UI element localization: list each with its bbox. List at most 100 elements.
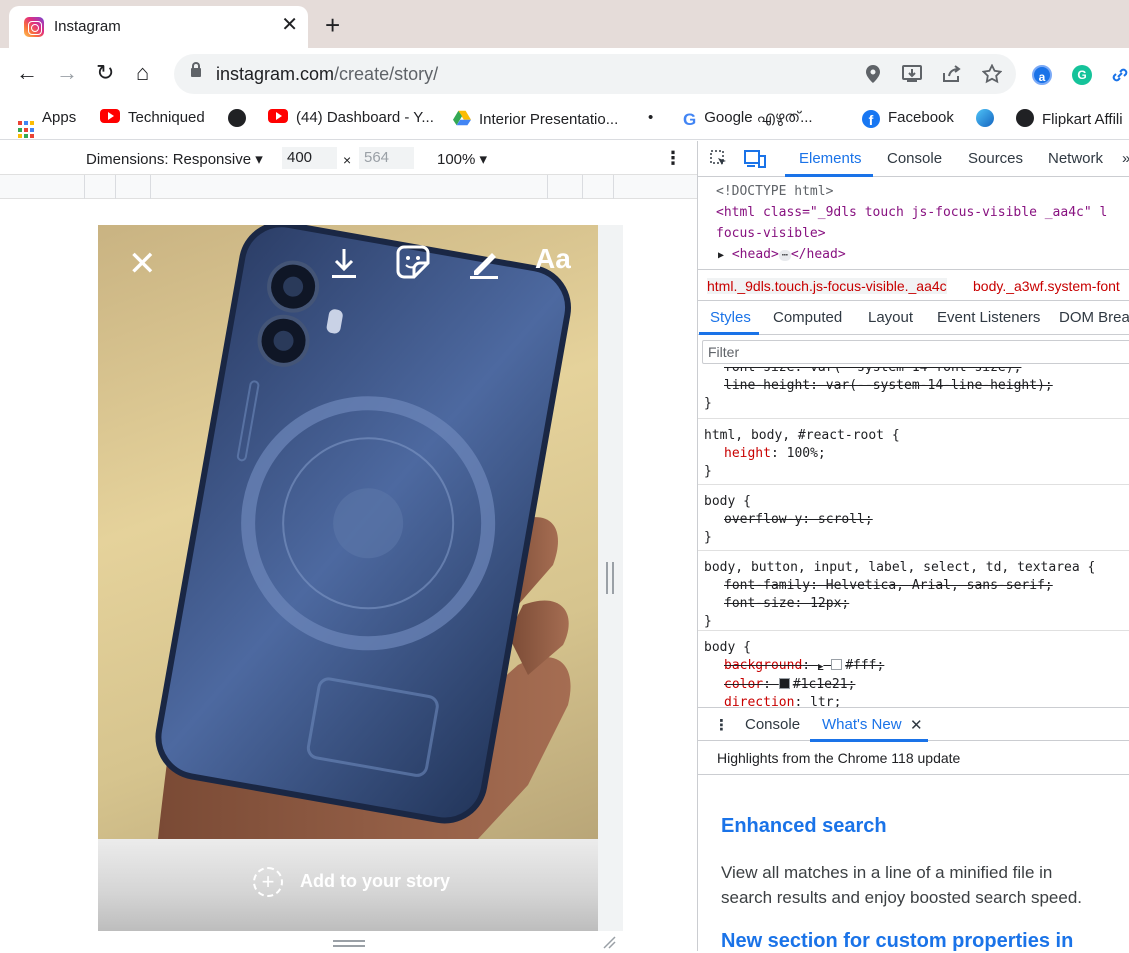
- tab-close-icon[interactable]: ✕: [281, 15, 298, 35]
- resize-corner-icon[interactable]: [602, 935, 616, 949]
- draw-pen-icon[interactable]: [468, 247, 500, 279]
- grammarly-icon[interactable]: G: [1072, 65, 1092, 85]
- tab-layout[interactable]: Layout: [868, 309, 913, 326]
- share-icon[interactable]: [942, 65, 962, 83]
- css-rule-close: }: [704, 530, 712, 545]
- text-tool-icon[interactable]: Aa: [535, 243, 571, 275]
- forward-button[interactable]: →: [56, 61, 78, 85]
- color-swatch[interactable]: [831, 659, 843, 670]
- bookmark-interior[interactable]: Interior Presentatio...: [453, 109, 618, 129]
- css-declaration[interactable]: font-size: 12px;: [704, 595, 1129, 613]
- dom-head-node[interactable]: ▶ <head> ⋯ </head>: [718, 244, 1129, 266]
- reload-button[interactable]: ↻: [96, 61, 114, 85]
- back-button[interactable]: ←: [16, 61, 38, 85]
- breadcrumb-body[interactable]: body._a3wf.system-font: [973, 278, 1120, 294]
- css-declaration[interactable]: background: ▶ #fff;: [704, 657, 1129, 676]
- dom-html-node-cont[interactable]: focus-visible>: [716, 223, 1129, 244]
- facebook-icon: f: [862, 110, 880, 128]
- css-selector[interactable]: body {: [704, 639, 1129, 657]
- css-declaration[interactable]: font-size: var(--system-14-font-size);: [704, 367, 1129, 377]
- whats-new-title-enhanced-search[interactable]: Enhanced search: [721, 815, 887, 838]
- ellipsis-icon[interactable]: ⋯: [778, 250, 791, 261]
- resize-handle-right[interactable]: [606, 562, 614, 594]
- device-menu-icon[interactable]: ⋮: [664, 148, 682, 169]
- bookmark-google-ezhuth[interactable]: G Google എഴുത്...: [683, 109, 813, 129]
- devtools-tab-bar: Elements Console Sources Network »: [698, 141, 1129, 177]
- youtube-icon: [100, 109, 120, 123]
- dimensions-select[interactable]: Dimensions: Responsive ▾: [86, 150, 263, 168]
- tab-network[interactable]: Network: [1048, 150, 1103, 167]
- breadcrumb-html[interactable]: html._9dls.touch.js-focus-visible._aa4c: [707, 278, 947, 294]
- bookmark-dashboard[interactable]: (44) Dashboard - Y...: [268, 109, 434, 129]
- css-declaration[interactable]: overflow-y: scroll;: [704, 511, 1129, 529]
- bookmark-apps[interactable]: Apps: [18, 109, 76, 139]
- google-drive-icon: [453, 110, 471, 126]
- dom-doctype[interactable]: <!DOCTYPE html>: [716, 181, 1129, 202]
- home-button[interactable]: ⌂: [136, 61, 149, 85]
- more-tabs-icon[interactable]: »: [1122, 150, 1129, 167]
- color-swatch[interactable]: [778, 678, 790, 689]
- tab-styles[interactable]: Styles: [710, 309, 751, 326]
- drawer-menu-icon[interactable]: ⋮: [714, 716, 729, 734]
- css-declaration[interactable]: font-family: Helvetica, Arial, sans-seri…: [704, 577, 1129, 595]
- drawer-tab-close-icon[interactable]: ✕: [910, 716, 923, 734]
- download-icon[interactable]: [330, 247, 358, 279]
- address-bar[interactable]: instagram.com/create/story/: [174, 54, 1016, 94]
- extension-a-icon[interactable]: a: [1032, 65, 1052, 85]
- drawer-tab-console[interactable]: Console: [745, 716, 800, 733]
- resize-handle-bottom[interactable]: [333, 940, 365, 947]
- css-declaration[interactable]: direction: ltr;: [704, 694, 1129, 707]
- youtube-icon: [268, 109, 288, 123]
- drawer-tab-whats-new[interactable]: What's New: [822, 716, 902, 733]
- story-close-icon[interactable]: ✕: [128, 247, 157, 281]
- device-toggle-icon[interactable]: [744, 149, 766, 169]
- bookmark-facebook[interactable]: f Facebook: [862, 109, 954, 129]
- install-app-icon[interactable]: [902, 65, 922, 83]
- css-declaration[interactable]: color: #1c1e21;: [704, 676, 1129, 694]
- tab-event-listeners[interactable]: Event Listeners: [937, 309, 1040, 326]
- expand-triangle-icon[interactable]: ▶: [718, 250, 724, 261]
- tab-elements[interactable]: Elements: [799, 150, 862, 167]
- whats-new-title-custom-properties[interactable]: New section for custom properties in: [721, 930, 1073, 953]
- inspect-element-icon[interactable]: [710, 150, 728, 168]
- globe-icon: [1016, 109, 1034, 127]
- bookmark-dot[interactable]: •: [648, 109, 653, 129]
- media-query-ruler[interactable]: [0, 175, 697, 199]
- sticker-icon[interactable]: [396, 245, 430, 279]
- new-tab-button[interactable]: +: [325, 12, 340, 38]
- location-pin-icon[interactable]: [866, 65, 880, 83]
- tab-sources[interactable]: Sources: [968, 150, 1023, 167]
- styles-tab-indicator: [699, 332, 759, 335]
- bookmark-star-icon[interactable]: [982, 64, 1002, 84]
- css-rule-close: }: [704, 614, 712, 629]
- extension-icon: [976, 109, 994, 127]
- lock-icon: [191, 62, 201, 77]
- browser-toolbar: ← → ↻ ⌂ instagram.com/create/story/ a G: [0, 48, 1129, 100]
- css-declaration[interactable]: line-height: var(--system-14-line-height…: [704, 377, 1129, 395]
- styles-filter-input[interactable]: Filter: [702, 340, 1129, 364]
- story-photo[interactable]: ✕ Aa: [98, 225, 598, 839]
- bookmark-flipkart[interactable]: Flipkart Affili: [1016, 109, 1123, 129]
- whats-new-content: Enhanced search View all matches in a li…: [698, 775, 1129, 953]
- tab-dom-breakpoints[interactable]: DOM Breal: [1059, 309, 1129, 326]
- height-input[interactable]: 564: [359, 147, 414, 169]
- css-declaration[interactable]: height: 100%;: [704, 445, 1129, 463]
- tab-instagram[interactable]: Instagram ✕: [9, 6, 308, 48]
- expand-triangle-icon[interactable]: ▶: [818, 662, 823, 672]
- bookmark-extension[interactable]: [976, 109, 1002, 129]
- css-rule: font-size: var(--system-14-font-size); l…: [698, 367, 1129, 419]
- story-footer: + Add to your story: [98, 839, 598, 931]
- link-extension-icon[interactable]: [1110, 65, 1129, 85]
- css-selector[interactable]: body {: [704, 493, 1129, 511]
- css-selector[interactable]: body, button, input, label, select, td, …: [704, 559, 1129, 577]
- tab-computed[interactable]: Computed: [773, 309, 842, 326]
- bookmark-globe[interactable]: [228, 109, 254, 129]
- bookmark-techniqued[interactable]: Techniqued: [100, 109, 205, 129]
- dom-html-node[interactable]: <html class="_9dls touch js-focus-visibl…: [716, 202, 1129, 223]
- tab-console[interactable]: Console: [887, 150, 942, 167]
- globe-icon: [228, 109, 246, 127]
- width-input[interactable]: 400: [282, 147, 337, 169]
- url-text[interactable]: instagram.com/create/story/: [216, 64, 438, 85]
- css-selector[interactable]: html, body, #react-root {: [704, 427, 1129, 445]
- zoom-select[interactable]: 100% ▾: [437, 150, 487, 168]
